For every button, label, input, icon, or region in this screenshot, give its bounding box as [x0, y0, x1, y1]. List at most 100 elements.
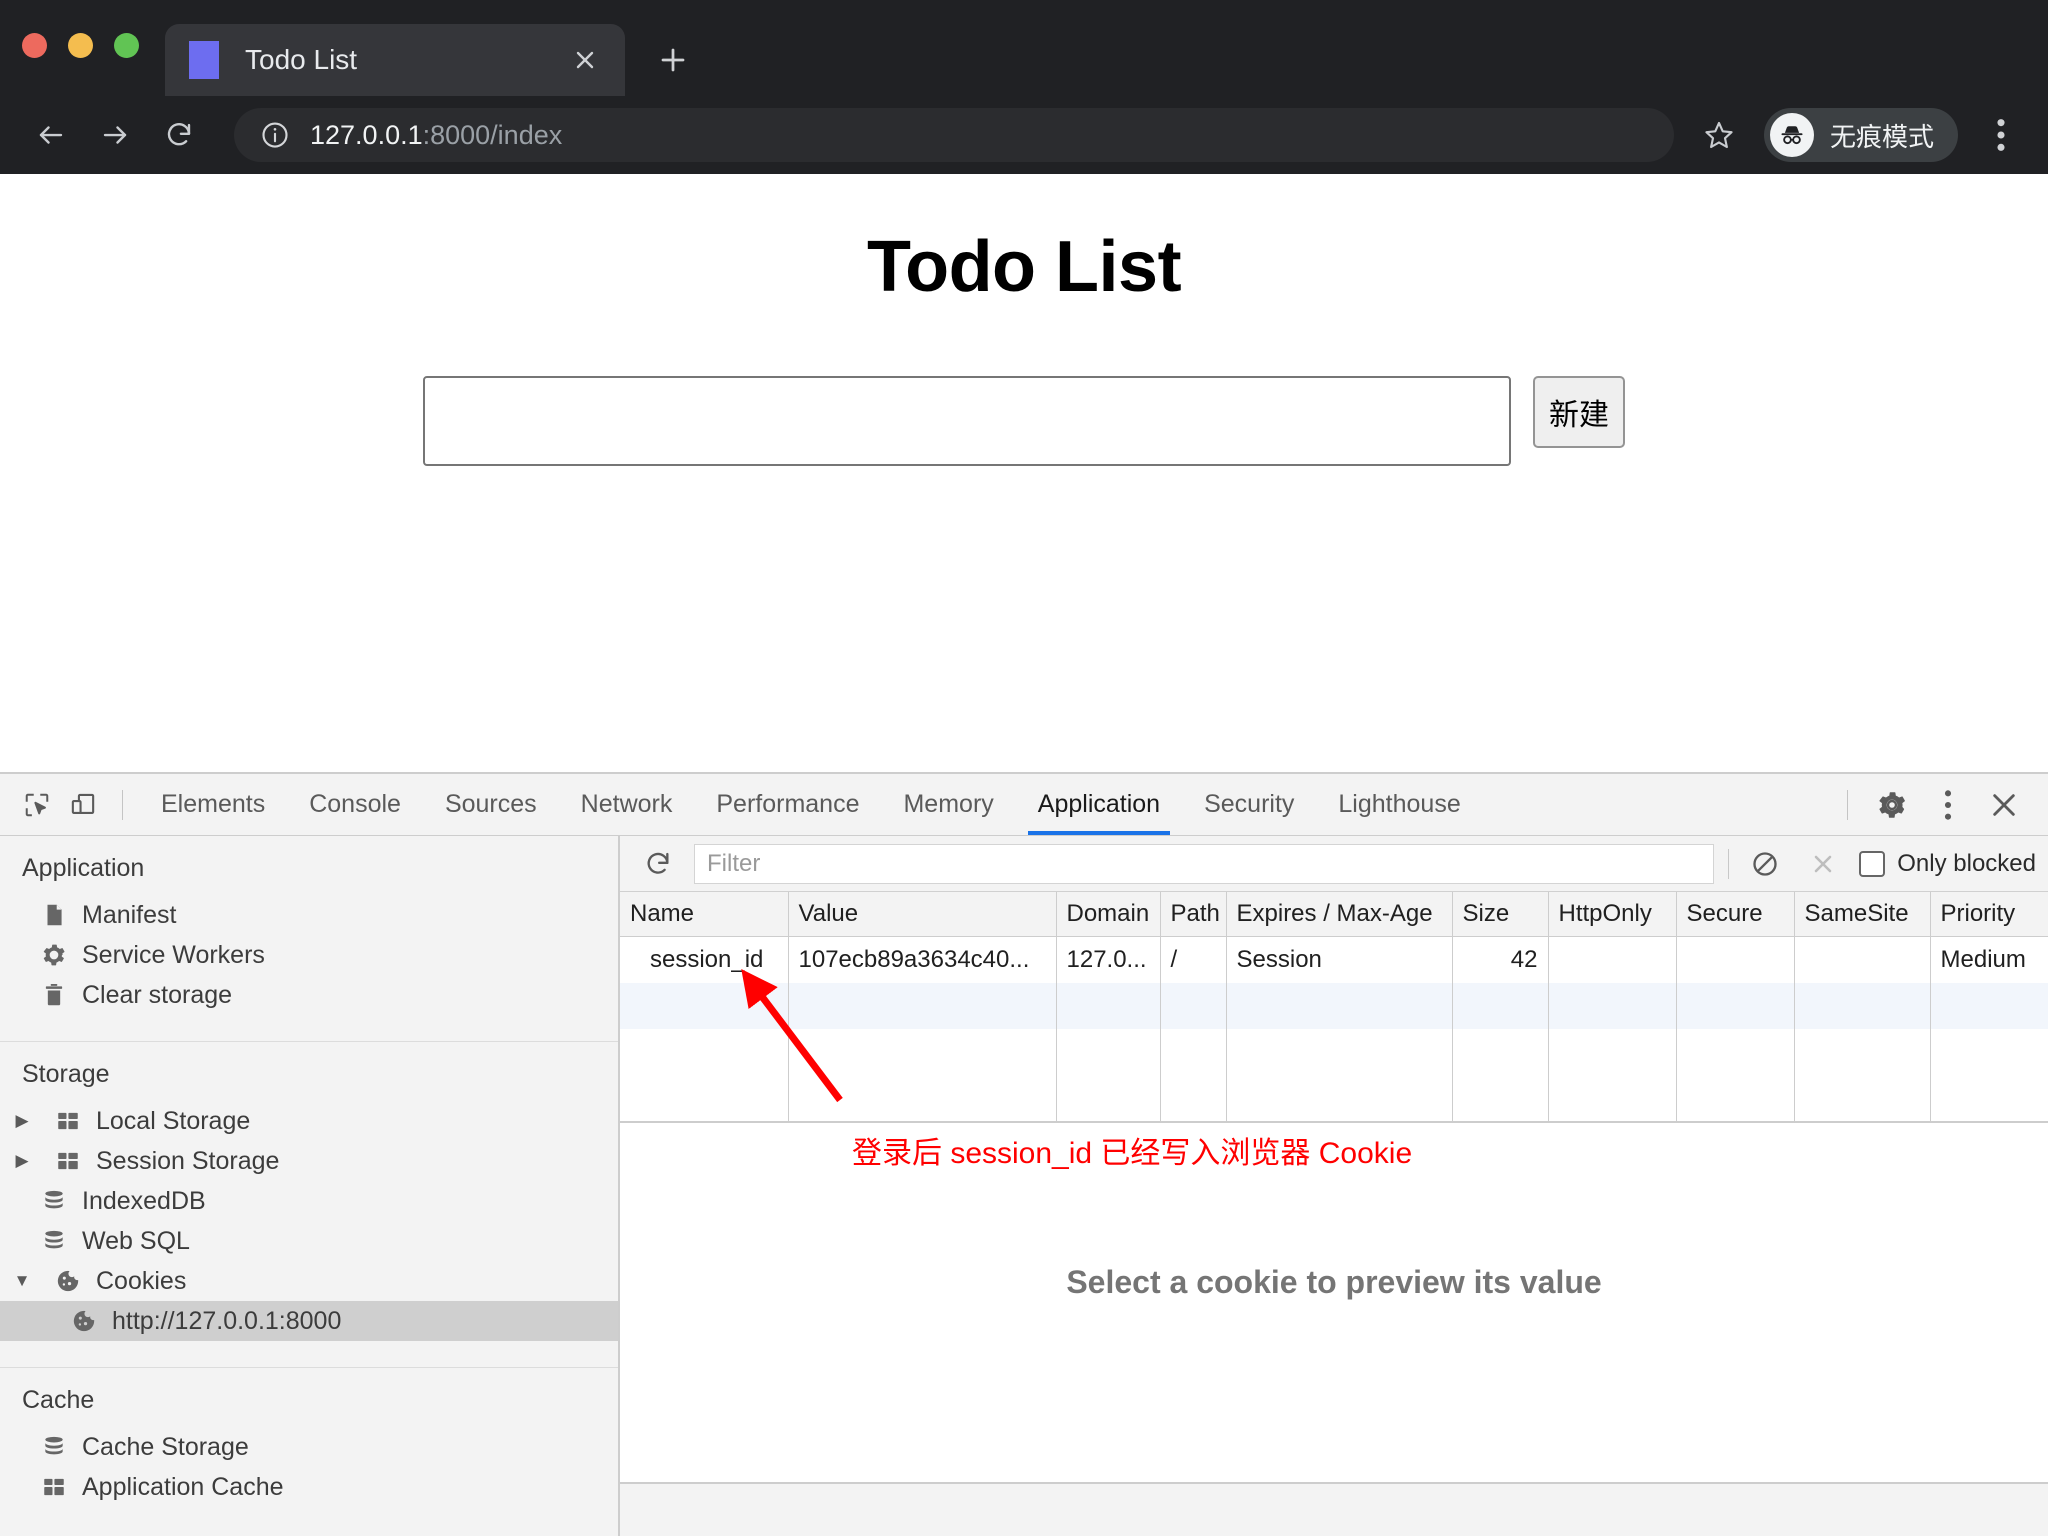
tab-application[interactable]: Application — [1016, 774, 1182, 835]
site-info-icon[interactable] — [260, 120, 290, 150]
table-icon — [54, 1108, 82, 1134]
inspect-element-icon[interactable] — [14, 782, 60, 828]
devtools-tab-list: Elements Console Sources Network Perform… — [139, 774, 1483, 835]
sidebar-group-cache: Cache Cache Storage Application Cache — [0, 1367, 618, 1533]
tab-sources[interactable]: Sources — [423, 774, 559, 835]
checkbox-box-icon[interactable] — [1859, 851, 1885, 877]
device-toolbar-icon[interactable] — [60, 782, 106, 828]
table-row[interactable]: session_id 107ecb89a3634c40... 127.0... … — [620, 937, 2048, 983]
tab-lighthouse[interactable]: Lighthouse — [1316, 774, 1482, 835]
column-header-expires[interactable]: Expires / Max-Age — [1226, 892, 1452, 937]
empty-cell — [1452, 1029, 1548, 1075]
column-header-domain[interactable]: Domain — [1056, 892, 1160, 937]
only-blocked-label: Only blocked — [1897, 850, 2036, 878]
tab-memory[interactable]: Memory — [881, 774, 1015, 835]
sidebar-group-title-cache: Cache — [0, 1368, 618, 1427]
reload-icon[interactable] — [150, 106, 208, 164]
window-controls — [22, 33, 165, 96]
group-spacer — [0, 1507, 618, 1533]
browser-menu-icon[interactable] — [1976, 108, 2026, 162]
chevron-right-icon[interactable]: ▶ — [12, 1151, 32, 1171]
empty-cell — [1056, 983, 1160, 1029]
devtools-close-icon[interactable] — [1976, 777, 2032, 833]
refresh-icon[interactable] — [636, 842, 680, 886]
cell-expires: Session — [1226, 937, 1452, 983]
back-icon[interactable] — [22, 106, 80, 164]
empty-cell — [1676, 983, 1794, 1029]
tab-network[interactable]: Network — [559, 774, 695, 835]
empty-cell — [1794, 1029, 1930, 1075]
empty-cell — [1160, 1075, 1226, 1121]
sidebar-item-cookies[interactable]: ▼ Cookies — [0, 1261, 618, 1301]
table-icon — [40, 1474, 68, 1500]
sidebar-group-storage: Storage ▶ Local Storage ▶ Session Sto — [0, 1041, 618, 1367]
column-header-value[interactable]: Value — [788, 892, 1056, 937]
empty-cell — [1056, 1075, 1160, 1121]
column-header-httponly[interactable]: HttpOnly — [1548, 892, 1676, 937]
sidebar-item-indexeddb[interactable]: IndexedDB — [0, 1181, 618, 1221]
cookie-panel: Only blocked Name Value — [620, 836, 2048, 1536]
sidebar-item-service-workers[interactable]: Service Workers — [0, 935, 618, 975]
empty-cell — [620, 1029, 788, 1075]
incognito-icon — [1770, 113, 1814, 157]
chevron-right-icon[interactable]: ▶ — [12, 1111, 32, 1131]
column-header-size[interactable]: Size — [1452, 892, 1548, 937]
clear-all-cookies-icon[interactable] — [1743, 842, 1787, 886]
bookmark-star-icon[interactable] — [1694, 110, 1744, 160]
empty-cell — [788, 1029, 1056, 1075]
empty-cell — [1056, 1029, 1160, 1075]
close-window-button[interactable] — [22, 33, 47, 58]
forward-icon[interactable] — [86, 106, 144, 164]
sidebar-item-cookie-origin[interactable]: http://127.0.0.1:8000 — [0, 1301, 618, 1341]
devtools-more-icon[interactable] — [1920, 777, 1976, 833]
sidebar-item-label: IndexedDB — [82, 1187, 206, 1216]
chevron-down-icon[interactable]: ▼ — [12, 1271, 32, 1291]
maximize-window-button[interactable] — [114, 33, 139, 58]
sidebar-item-cache-storage[interactable]: Cache Storage — [0, 1427, 618, 1467]
tab-close-icon[interactable] — [565, 40, 605, 80]
cookie-icon — [54, 1268, 82, 1294]
only-blocked-checkbox[interactable]: Only blocked — [1859, 850, 2036, 878]
delete-cookie-icon[interactable] — [1801, 842, 1845, 886]
column-header-name[interactable]: Name — [620, 892, 788, 937]
devtools-tabbar: Elements Console Sources Network Perform… — [0, 774, 2048, 836]
settings-gear-icon[interactable] — [1864, 777, 1920, 833]
tab-elements[interactable]: Elements — [139, 774, 287, 835]
create-todo-button[interactable]: 新建 — [1533, 376, 1625, 448]
cookie-preview-area: Select a cookie to preview its value — [620, 1123, 2048, 1483]
devtools-actions — [1831, 777, 2048, 833]
sidebar-item-application-cache[interactable]: Application Cache — [0, 1467, 618, 1507]
database-icon — [40, 1434, 68, 1460]
table-icon — [54, 1148, 82, 1174]
database-icon — [40, 1188, 68, 1214]
minimize-window-button[interactable] — [68, 33, 93, 58]
sidebar-item-clear-storage[interactable]: Clear storage — [0, 975, 618, 1015]
sidebar-item-local-storage[interactable]: ▶ Local Storage — [0, 1101, 618, 1141]
column-header-samesite[interactable]: SameSite — [1794, 892, 1930, 937]
sidebar-item-session-storage[interactable]: ▶ Session Storage — [0, 1141, 618, 1181]
tab-security[interactable]: Security — [1182, 774, 1316, 835]
gear-icon — [40, 942, 68, 968]
column-header-priority[interactable]: Priority — [1930, 892, 2048, 937]
url-host: 127.0.0.1 — [310, 120, 423, 150]
todo-input[interactable] — [423, 376, 1511, 466]
tab-performance[interactable]: Performance — [694, 774, 881, 835]
empty-cell — [1452, 983, 1548, 1029]
cell-priority: Medium — [1930, 937, 2048, 983]
incognito-badge[interactable]: 无痕模式 — [1764, 108, 1958, 162]
sidebar-item-manifest[interactable]: Manifest — [0, 895, 618, 935]
column-header-secure[interactable]: Secure — [1676, 892, 1794, 937]
group-spacer — [0, 1015, 618, 1041]
sidebar-item-web-sql[interactable]: Web SQL — [0, 1221, 618, 1261]
empty-cell — [788, 983, 1056, 1029]
column-header-path[interactable]: Path — [1160, 892, 1226, 937]
address-bar[interactable]: 127.0.0.1:8000/index — [234, 108, 1674, 162]
empty-cell — [1676, 1075, 1794, 1121]
cookie-toolbar: Only blocked — [620, 836, 2048, 892]
table-row-empty — [620, 1075, 2048, 1121]
browser-tab[interactable]: Todo List — [165, 24, 625, 96]
new-tab-icon[interactable] — [645, 32, 701, 88]
cookie-filter-input[interactable] — [694, 844, 1714, 884]
tab-console[interactable]: Console — [287, 774, 423, 835]
cell-samesite — [1794, 937, 1930, 983]
